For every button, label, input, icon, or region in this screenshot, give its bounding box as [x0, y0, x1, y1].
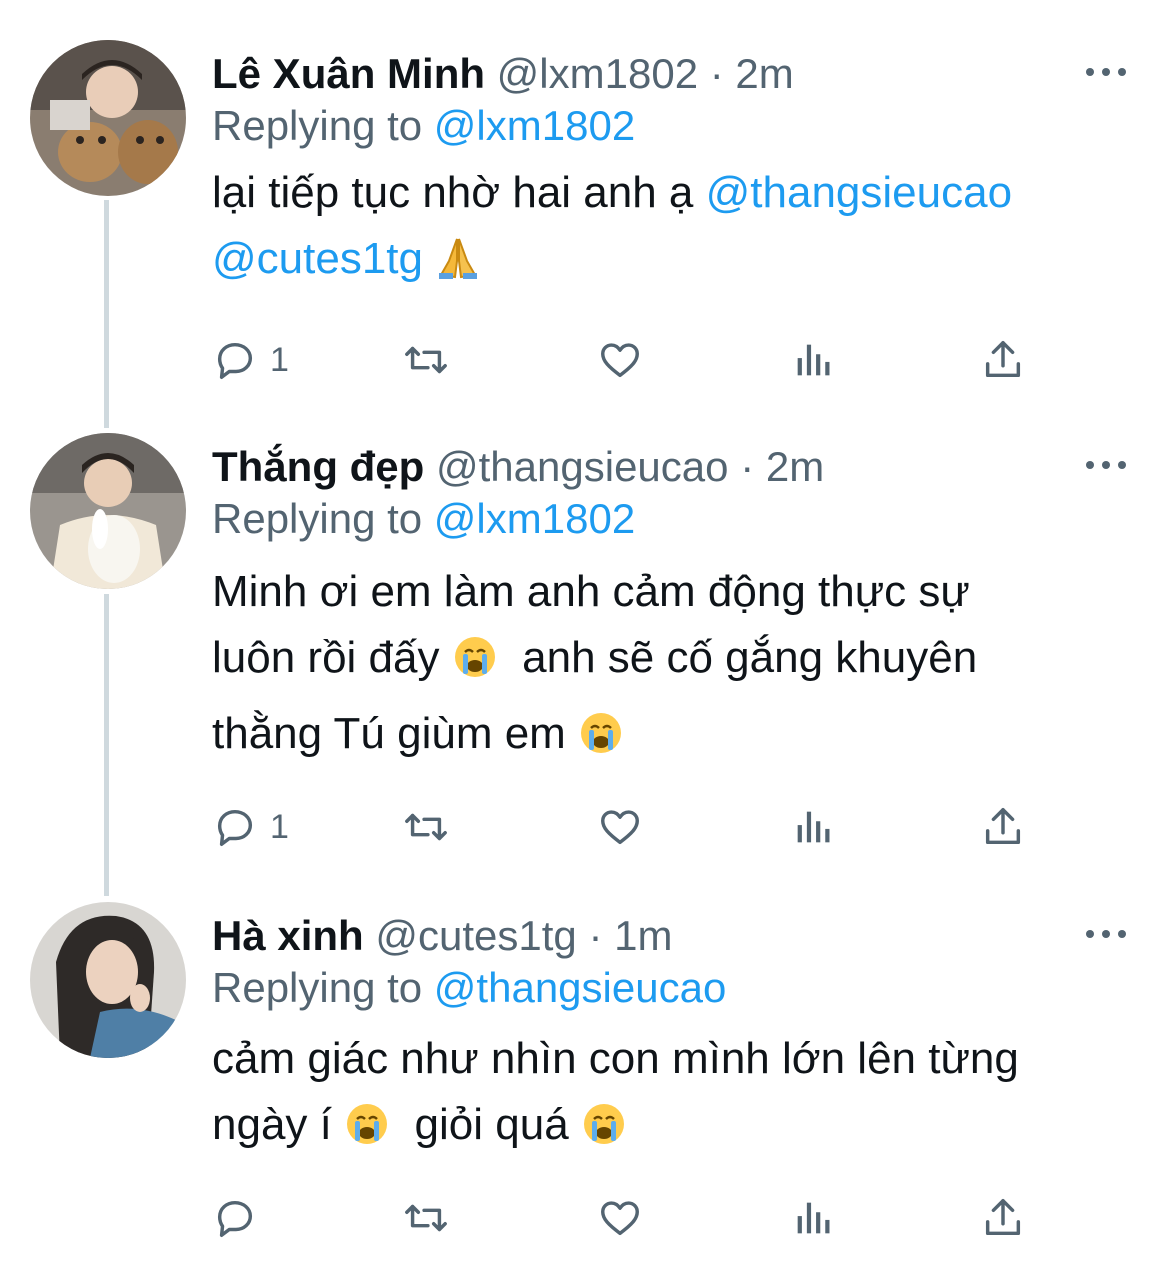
- user-handle[interactable]: @thangsieucao: [436, 443, 729, 490]
- timestamp[interactable]: 2m: [735, 50, 793, 97]
- separator-dot: ·: [709, 50, 724, 97]
- replying-to: Replying to @lxm1802: [212, 100, 635, 152]
- reply-button[interactable]: 1: [212, 801, 289, 853]
- like-icon: [601, 1201, 639, 1236]
- like-button[interactable]: [596, 334, 644, 386]
- mention-link[interactable]: @lxm1802: [434, 495, 635, 542]
- share-icon: [985, 1199, 1021, 1236]
- more-icon[interactable]: [1086, 455, 1126, 475]
- retweet-icon: [405, 813, 447, 841]
- share-button[interactable]: [980, 801, 1026, 853]
- replying-to: Replying to @thangsieucao: [212, 962, 726, 1014]
- analytics-icon: [797, 1202, 830, 1234]
- timestamp[interactable]: 2m: [766, 443, 824, 490]
- action-bar: 1: [212, 801, 1062, 853]
- tweet[interactable]: Thắng đẹp @thangsieucao · 2m Replying to…: [0, 433, 1170, 873]
- analytics-button[interactable]: [790, 1192, 836, 1244]
- user-handle[interactable]: @cutes1tg: [375, 912, 576, 959]
- retweet-button[interactable]: [402, 801, 450, 853]
- user-handle[interactable]: @lxm1802: [497, 50, 698, 97]
- share-button[interactable]: [980, 334, 1026, 386]
- text-segment: cảm giác như nhìn con mình lớn lên từng: [212, 1034, 1019, 1083]
- avatar[interactable]: [30, 40, 186, 196]
- tweet[interactable]: Lê Xuân Minh @lxm1802 · 2m Replying to @…: [0, 40, 1170, 400]
- reply-icon: [217, 1200, 253, 1237]
- separator-dot: ·: [588, 912, 603, 959]
- more-icon[interactable]: [1086, 62, 1126, 82]
- tweet-text: Minh ơi em làm anh cảm động thực sự luôn…: [212, 559, 1112, 767]
- text-segment: ngày í: [212, 1100, 345, 1149]
- loudly-crying-emoji: [583, 1104, 624, 1144]
- reply-icon: [217, 342, 253, 379]
- text-segment: Minh ơi em làm anh cảm động thực sự: [212, 567, 970, 616]
- loudly-crying-emoji: [581, 713, 622, 753]
- mention-link[interactable]: @lxm1802: [434, 102, 635, 149]
- text-segment: thằng Tú giùm em: [212, 709, 579, 758]
- analytics-button[interactable]: [790, 334, 836, 386]
- display-name[interactable]: Thắng đẹp: [212, 443, 424, 490]
- retweet-icon: [405, 1204, 447, 1232]
- like-button[interactable]: [596, 1192, 644, 1244]
- tweet-text: lại tiếp tục nhờ hai anh ạ @thangsieucao…: [212, 160, 1112, 292]
- reply-button[interactable]: 1: [212, 334, 289, 386]
- display-name[interactable]: Lê Xuân Minh: [212, 50, 485, 97]
- action-bar: [212, 1192, 1062, 1244]
- share-icon: [985, 808, 1021, 845]
- mention-link[interactable]: @thangsieucao: [706, 168, 1012, 217]
- tweet-text: cảm giác như nhìn con mình lớn lên từng …: [212, 1026, 1112, 1158]
- loudly-crying-emoji: [347, 1104, 388, 1144]
- avatar[interactable]: [30, 433, 186, 589]
- share-icon: [985, 341, 1021, 378]
- tweet[interactable]: Hà xinh @cutes1tg · 1m Replying to @than…: [0, 902, 1170, 1242]
- replying-to-label: Replying to: [212, 495, 423, 542]
- replying-to-label: Replying to: [212, 964, 423, 1011]
- text-segment: anh sẽ cố gắng khuyên: [497, 633, 978, 682]
- reply-count: 1: [270, 807, 289, 846]
- action-bar: 1: [212, 334, 1062, 386]
- text-segment: lại tiếp tục nhờ hai anh ạ: [212, 168, 706, 217]
- analytics-icon: [797, 344, 830, 376]
- separator-dot: ·: [740, 443, 755, 490]
- reply-count: 1: [270, 340, 289, 379]
- text-segment: luôn rồi đấy: [212, 633, 452, 682]
- like-icon: [601, 343, 639, 378]
- retweet-icon: [405, 346, 447, 374]
- folded-hands-emoji: [439, 238, 478, 279]
- reply-button[interactable]: [212, 1192, 258, 1244]
- like-icon: [601, 810, 639, 845]
- mention-link[interactable]: @cutes1tg: [212, 234, 423, 283]
- analytics-icon: [797, 811, 830, 843]
- retweet-button[interactable]: [402, 334, 450, 386]
- loudly-crying-emoji: [454, 637, 495, 677]
- replying-to-label: Replying to: [212, 102, 423, 149]
- analytics-button[interactable]: [790, 801, 836, 853]
- retweet-button[interactable]: [402, 1192, 450, 1244]
- display-name[interactable]: Hà xinh: [212, 912, 364, 959]
- timestamp[interactable]: 1m: [614, 912, 672, 959]
- avatar[interactable]: [30, 902, 186, 1058]
- reply-icon: [217, 809, 253, 846]
- replying-to: Replying to @lxm1802: [212, 493, 635, 545]
- like-button[interactable]: [596, 801, 644, 853]
- more-icon[interactable]: [1086, 924, 1126, 944]
- mention-link[interactable]: @thangsieucao: [434, 964, 727, 1011]
- text-segment: giỏi quá: [390, 1100, 581, 1149]
- share-button[interactable]: [980, 1192, 1026, 1244]
